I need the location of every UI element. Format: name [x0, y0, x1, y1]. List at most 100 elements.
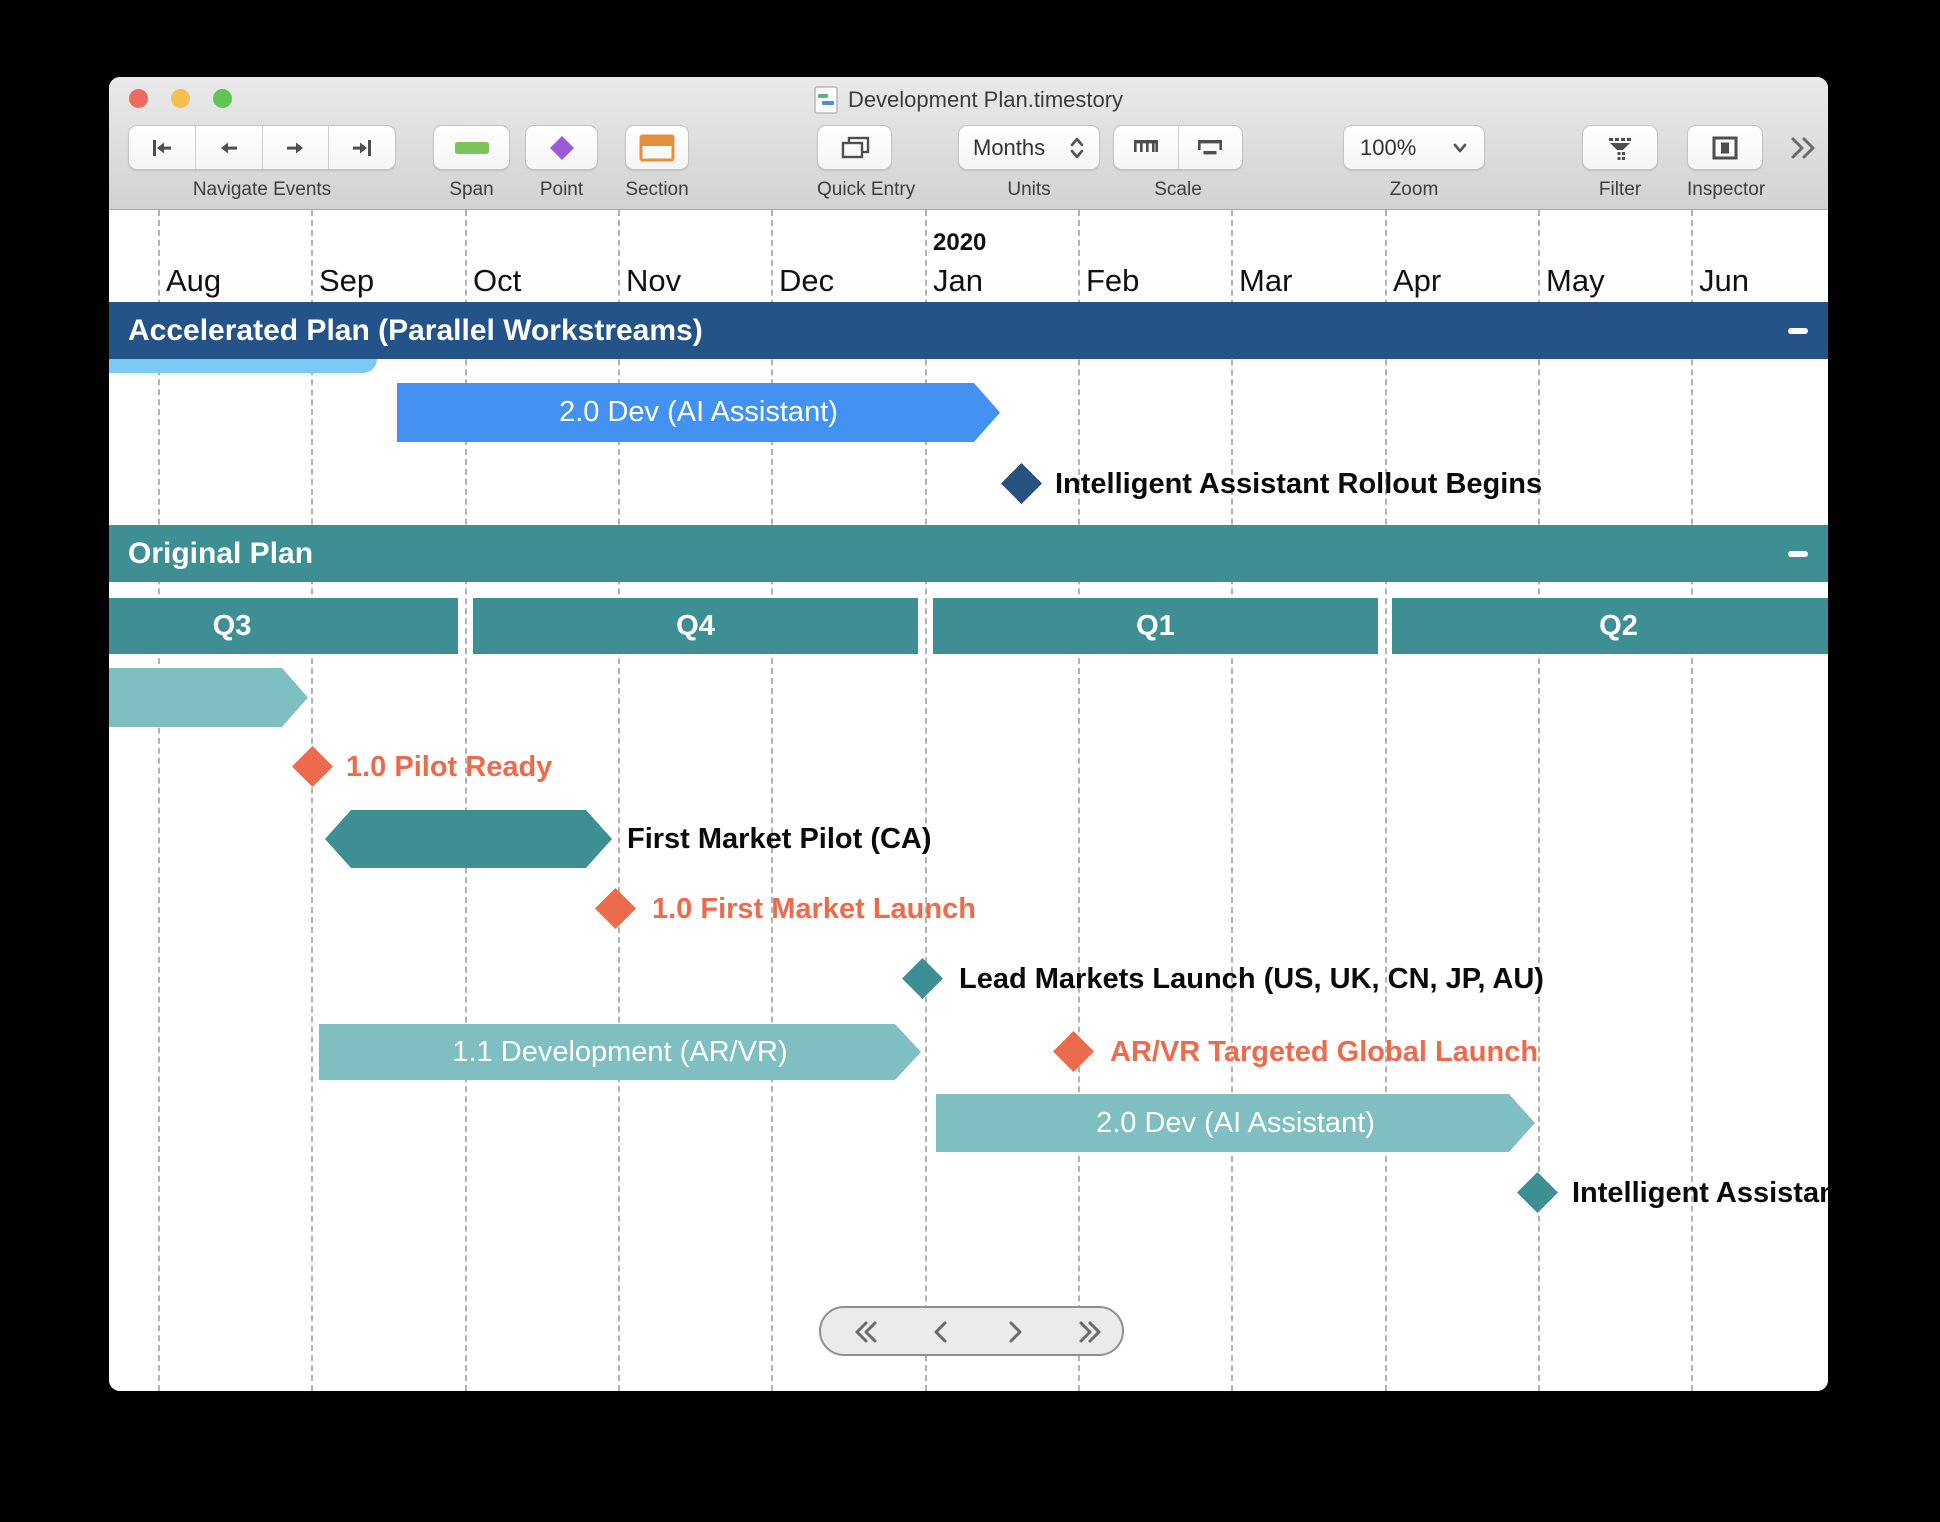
quarter-label: Q2	[1599, 610, 1638, 643]
gridline-mar	[1231, 210, 1233, 1391]
event-label-first-market-pilot: First Market Pilot (CA)	[627, 819, 932, 859]
milestone-diamond-arvr-launch[interactable]	[1053, 1031, 1094, 1072]
navigate-events-label: Navigate Events	[128, 179, 396, 201]
span-icon	[454, 140, 490, 156]
month-label-jun: Jun	[1699, 263, 1749, 299]
section-icon	[639, 134, 675, 162]
inspector-label: Inspector	[1687, 179, 1763, 201]
collapse-section-button[interactable]	[1788, 328, 1808, 334]
scale-compress-button[interactable]	[1114, 126, 1178, 169]
section-header-original-plan[interactable]: Original Plan	[109, 525, 1828, 582]
add-point-button[interactable]	[525, 125, 598, 170]
chevron-left-icon	[925, 1315, 959, 1349]
milestone-label-arvr-launch: AR/VR Targeted Global Launch	[1110, 1032, 1538, 1072]
month-label-may: May	[1546, 263, 1605, 299]
double-chevron-left-icon	[849, 1315, 883, 1349]
window-chrome: Development Plan.timestory	[109, 77, 1828, 210]
quarter-bar-q4[interactable]: Q4	[473, 598, 918, 654]
section-label: Section	[625, 179, 689, 201]
gridline-feb	[1078, 210, 1080, 1391]
milestone-diamond-pilot-ready[interactable]	[292, 746, 333, 787]
event-bar-dev11[interactable]: 1.1 Development (AR/VR)	[319, 1024, 921, 1080]
arrow-left-icon	[214, 134, 244, 162]
event-bar-partial-left[interactable]	[109, 668, 308, 727]
quarter-label: Q3	[213, 610, 252, 643]
chevron-right-icon	[997, 1315, 1031, 1349]
section-title: Original Plan	[109, 537, 313, 571]
filter-funnel-icon	[1604, 134, 1636, 162]
page-far-left-button[interactable]	[849, 1315, 883, 1349]
window-title-row: Development Plan.timestory	[109, 86, 1828, 114]
month-label-oct: Oct	[473, 263, 521, 299]
month-label-sep: Sep	[319, 263, 374, 299]
app-window: Development Plan.timestory	[109, 77, 1828, 1391]
inspector-button[interactable]	[1687, 125, 1763, 170]
point-icon	[548, 134, 576, 162]
quarter-bar-q2[interactable]: Q2	[1392, 598, 1828, 654]
chevron-down-icon	[1452, 142, 1468, 154]
scale-label: Scale	[1113, 179, 1243, 201]
window-title: Development Plan.timestory	[848, 87, 1123, 113]
gridline-aug	[158, 210, 160, 1391]
timeline-canvas: 2020 Aug Sep Oct Nov Dec Jan Feb Mar Apr…	[109, 210, 1828, 1391]
event-bar-first-market-pilot[interactable]	[325, 810, 612, 868]
add-section-button[interactable]	[625, 125, 689, 170]
event-bar-label: 2.0 Dev (AI Assistant)	[1096, 1107, 1375, 1140]
go-last-event-button[interactable]	[328, 126, 395, 169]
month-label-nov: Nov	[626, 263, 681, 299]
inspector-panel-icon	[1710, 134, 1740, 162]
section-header-accelerated-plan[interactable]: Accelerated Plan (Parallel Workstreams)	[109, 302, 1828, 359]
go-first-event-button[interactable]	[129, 126, 195, 169]
go-previous-event-button[interactable]	[195, 126, 262, 169]
page-far-right-button[interactable]	[1073, 1315, 1107, 1349]
scale-control	[1113, 125, 1243, 170]
month-label-apr: Apr	[1393, 263, 1441, 299]
scale-expand-button[interactable]	[1178, 126, 1243, 169]
document-icon	[814, 86, 838, 114]
quick-entry-label: Quick Entry	[817, 179, 892, 201]
quick-entry-icon	[839, 134, 871, 162]
quarter-label: Q4	[676, 610, 715, 643]
filter-button[interactable]	[1582, 125, 1658, 170]
go-next-event-button[interactable]	[262, 126, 329, 169]
milestone-label-pilot-ready: 1.0 Pilot Ready	[346, 747, 552, 787]
zoom-label: Zoom	[1343, 179, 1485, 201]
collapse-section-button[interactable]	[1788, 551, 1808, 557]
event-bar-dev2-original[interactable]: 2.0 Dev (AI Assistant)	[936, 1094, 1535, 1152]
month-label-mar: Mar	[1239, 263, 1292, 299]
quick-entry-button[interactable]	[817, 125, 892, 170]
zoom-value: 100%	[1360, 135, 1416, 161]
milestone-diamond-intelligent-assistant[interactable]	[1001, 463, 1042, 504]
month-label-dec: Dec	[779, 263, 834, 299]
toolbar-overflow-button[interactable]	[1787, 133, 1821, 163]
milestone-diamond-intelligent-assistant-original[interactable]	[1517, 1172, 1558, 1213]
double-chevron-right-icon	[1787, 133, 1821, 163]
scale-ticks-icon	[1131, 135, 1161, 161]
zoom-dropdown[interactable]: 100%	[1343, 125, 1485, 170]
filter-label: Filter	[1582, 179, 1658, 201]
event-bar-partial-hidden[interactable]	[109, 359, 377, 373]
add-span-button[interactable]	[433, 125, 510, 170]
scale-fit-icon	[1195, 135, 1225, 161]
point-label: Point	[525, 179, 598, 201]
month-label-jan: Jan	[933, 263, 983, 299]
double-chevron-right-icon	[1073, 1315, 1107, 1349]
year-label: 2020	[933, 229, 986, 257]
event-bar-dev2-accelerated[interactable]: 2.0 Dev (AI Assistant)	[397, 383, 1000, 442]
quarter-label: Q1	[1136, 610, 1175, 643]
gridline-may	[1538, 210, 1540, 1391]
page-right-button[interactable]	[997, 1315, 1031, 1349]
quarter-bar-q3[interactable]: Q3	[109, 598, 458, 654]
milestone-diamond-first-market-launch[interactable]	[595, 888, 636, 929]
navigate-events-control	[128, 125, 396, 170]
milestone-label-first-market-launch: 1.0 First Market Launch	[652, 889, 976, 929]
gridline-sep	[311, 210, 313, 1391]
quarter-bar-q1[interactable]: Q1	[933, 598, 1378, 654]
skip-to-end-icon	[347, 134, 377, 162]
units-dropdown[interactable]: Months	[958, 125, 1100, 170]
page-left-button[interactable]	[925, 1315, 959, 1349]
month-label-aug: Aug	[166, 263, 221, 299]
milestone-label-intelligent-assistant-original: Intelligent Assistant Rollout Begins	[1572, 1173, 1828, 1213]
month-label-feb: Feb	[1086, 263, 1139, 299]
milestone-diamond-lead-markets[interactable]	[902, 958, 943, 999]
